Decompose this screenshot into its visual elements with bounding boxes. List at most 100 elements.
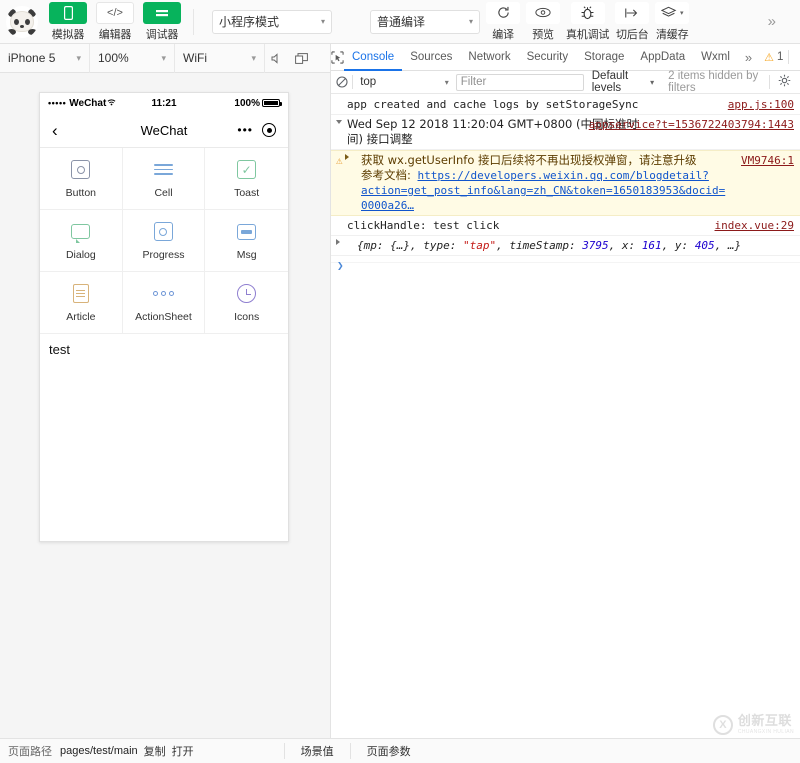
- grid-cell-label: Icons: [234, 310, 260, 323]
- chevron-down-icon: ▾: [161, 52, 166, 63]
- log-source-link[interactable]: appservice?t=1536722403794:1443: [589, 117, 794, 132]
- simulator-toolbar: iPhone 5 ▾ 100% ▾ WiFi ▾: [0, 43, 330, 73]
- log-message: app created and cache logs by setStorage…: [347, 98, 639, 111]
- editor-toggle-label: 编辑器: [98, 27, 132, 41]
- grid-cell-progress[interactable]: Progress: [122, 210, 206, 272]
- tab-sources[interactable]: Sources: [402, 44, 460, 71]
- warning-doc-link[interactable]: https://developers.weixin.qq.com/blogdet…: [361, 169, 725, 212]
- tabs-overflow-icon[interactable]: »: [738, 50, 759, 65]
- tab-storage[interactable]: Storage: [576, 44, 632, 71]
- grid-cell-msg[interactable]: Msg: [205, 210, 288, 272]
- grid-cell-label: Progress: [142, 248, 185, 261]
- tab-security[interactable]: Security: [519, 44, 577, 71]
- switch-background-button[interactable]: 切后台: [615, 1, 650, 42]
- log-message: clickHandle: test click: [347, 219, 500, 232]
- log-source-link[interactable]: VM9746:1: [741, 153, 794, 168]
- network-value: WiFi: [183, 51, 207, 65]
- compile-mode-select[interactable]: 普通编译 ▾: [370, 9, 480, 34]
- console-filter-input[interactable]: [455, 73, 584, 91]
- grid-cell-label: Dialog: [65, 248, 96, 261]
- open-path-button[interactable]: 打开: [166, 743, 194, 759]
- bottom-status-bar: 页面路径 pages/test/main 复制 打开 场景值 页面参数: [0, 738, 800, 763]
- grid-cell-label: ActionSheet: [135, 310, 192, 323]
- log-source-link[interactable]: index.vue:29: [715, 218, 794, 233]
- warning-indicator[interactable]: ⚠ 1: [759, 51, 788, 64]
- editor-toggle-button[interactable]: </> 编辑器: [93, 1, 137, 42]
- log-message: 获取 wx.getUserInfo 接口后续将不再出现授权弹窗，请注意升级: [361, 153, 697, 167]
- code-icon: </>: [96, 1, 134, 24]
- object-suffix: , …}: [714, 239, 742, 252]
- tab-wxml[interactable]: Wxml: [693, 44, 738, 71]
- object-mid-2: , x:: [608, 239, 642, 252]
- network-select[interactable]: WiFi ▾: [175, 43, 265, 73]
- preview-label: 预览: [532, 27, 554, 41]
- window-icon[interactable]: [289, 44, 313, 73]
- target-icon[interactable]: [262, 123, 276, 137]
- compile-label: 编译: [492, 27, 514, 41]
- warning-doc-label: 参考文档:: [361, 168, 411, 182]
- page-path-value: pages/test/main: [60, 745, 138, 757]
- console-context-value: top: [360, 76, 377, 88]
- tab-appdata[interactable]: AppData: [632, 44, 693, 71]
- capsule-menu-icon[interactable]: •••: [237, 123, 253, 137]
- grid-cell-cell[interactable]: Cell: [122, 148, 206, 210]
- real-device-debug-button[interactable]: 真机调试: [566, 1, 610, 42]
- debugger-toggle-button[interactable]: 调试器: [140, 1, 184, 42]
- grid-cell-actionsheet[interactable]: ActionSheet: [122, 272, 206, 334]
- prompt-arrow-icon: ❯: [337, 259, 344, 272]
- toolbar-overflow-icon[interactable]: »: [768, 13, 776, 30]
- grid-cell-label: Cell: [154, 186, 173, 199]
- filter-divider: [352, 75, 354, 89]
- clear-cache-button[interactable]: ▾ 清缓存: [655, 1, 690, 42]
- expand-triangle-icon[interactable]: [336, 120, 342, 127]
- chevron-down-icon: ▾: [76, 52, 81, 63]
- expand-triangle-icon[interactable]: [345, 154, 349, 160]
- tab-console[interactable]: Console: [344, 44, 402, 71]
- compile-button[interactable]: 编译: [486, 1, 520, 42]
- settings-gear-icon[interactable]: [772, 74, 797, 90]
- real-device-debug-label: 真机调试: [566, 27, 610, 41]
- expand-triangle-icon[interactable]: [336, 239, 340, 245]
- phone-status-bar: ••••• WeChat 11:21 100%: [40, 93, 288, 113]
- chevron-down-icon: ▾: [650, 77, 655, 87]
- app-mode-select[interactable]: 小程序模式 ▾: [212, 9, 332, 34]
- object-mid-1: , timeStamp:: [496, 239, 583, 252]
- tab-network[interactable]: Network: [460, 44, 518, 71]
- page-params-button[interactable]: 页面参数: [361, 743, 417, 759]
- copy-path-button[interactable]: 复制: [138, 743, 166, 759]
- log-source-link[interactable]: app.js:100: [728, 97, 794, 112]
- phone-frame: ••••• WeChat 11:21 100% ‹ WeChat ••• But…: [39, 92, 289, 542]
- grid-cell-icons[interactable]: Icons: [205, 272, 288, 334]
- filter-divider-2: [769, 75, 770, 89]
- chevron-down-icon: ▾: [444, 77, 449, 87]
- icons-clock-icon: [236, 283, 258, 305]
- wechat-devtools-panda-logo: [6, 5, 38, 38]
- phone-nav-bar: ‹ WeChat •••: [40, 113, 288, 147]
- preview-button[interactable]: 预览: [526, 1, 560, 42]
- console-prompt[interactable]: ❯: [331, 256, 800, 272]
- volume-icon[interactable]: [265, 44, 289, 73]
- zoom-select[interactable]: 100% ▾: [90, 43, 175, 73]
- inspect-element-icon[interactable]: [331, 44, 344, 71]
- grid-cell-article[interactable]: Article: [40, 272, 123, 334]
- grid-cell-button[interactable]: Button: [40, 148, 123, 210]
- console-context-select[interactable]: top ▾: [355, 73, 454, 92]
- simulator-toggle-button[interactable]: 模拟器: [46, 1, 90, 42]
- devtools-menu-icon[interactable]: ⋮: [789, 50, 800, 64]
- toolbar-divider-1: [193, 8, 194, 35]
- bug-icon: [570, 1, 605, 24]
- grid-cell-toast[interactable]: ✓ Toast: [205, 148, 288, 210]
- device-select[interactable]: iPhone 5 ▾: [0, 43, 90, 73]
- console-log-row: clickHandle: test click index.vue:29: [331, 216, 800, 236]
- battery-icon: [262, 99, 282, 107]
- scene-value-button[interactable]: 场景值: [295, 743, 340, 759]
- warning-count: 1: [777, 51, 784, 63]
- chevron-down-icon: ▾: [468, 17, 473, 26]
- wechat-devtools-window: 模拟器 </> 编辑器 调试器 小程序模式 ▾ 普通编译 ▾ 编译 预览 真机调…: [0, 0, 800, 763]
- console-levels-select[interactable]: Default levels ▾: [586, 70, 660, 94]
- component-grid: Button Cell ✓ Toast Dialog Progress Msg …: [40, 147, 288, 334]
- clear-console-icon[interactable]: [334, 76, 350, 88]
- object-timestamp-value: 3795: [582, 239, 609, 252]
- warning-triangle-icon: ⚠: [764, 51, 775, 64]
- grid-cell-dialog[interactable]: Dialog: [40, 210, 123, 272]
